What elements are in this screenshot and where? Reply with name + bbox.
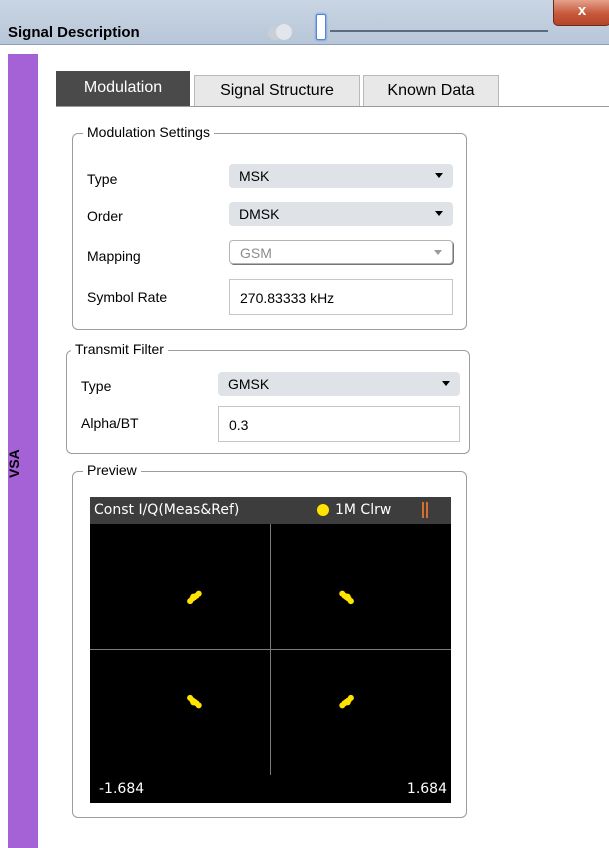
- alpha-bt-input[interactable]: 0.3: [218, 406, 460, 442]
- transparency-slider-handle[interactable]: [316, 14, 326, 40]
- symbol-rate-label: Symbol Rate: [87, 289, 168, 305]
- chevron-down-icon: [435, 211, 443, 216]
- constellation-point: [195, 590, 202, 597]
- modulation-type-label: Type: [87, 171, 118, 187]
- chevron-down-icon: [442, 381, 450, 386]
- modulation-type-dropdown[interactable]: MSK: [229, 164, 453, 188]
- modulation-order-label: Order: [87, 208, 123, 224]
- modulation-type-value: MSK: [239, 168, 270, 184]
- trace-label: 1M Clrw: [335, 502, 392, 518]
- transparency-slider-track[interactable]: [330, 30, 548, 32]
- transparency-icon-overlay: [276, 24, 292, 40]
- constellation-point: [344, 593, 351, 600]
- modulation-order-value: DMSK: [239, 206, 280, 222]
- x-axis-min-label: -1.684: [99, 781, 145, 797]
- constellation-point: [190, 593, 197, 600]
- chevron-down-icon: [435, 173, 443, 178]
- mapping-label: Mapping: [87, 248, 141, 264]
- window-title: Signal Description: [8, 24, 140, 41]
- trace-indicator-icon: [317, 504, 329, 516]
- filter-type-label: Type: [81, 378, 112, 394]
- preview-title: Const I/Q(Meas&Ref): [94, 502, 240, 518]
- tab-divider: [56, 106, 609, 107]
- mapping-value: GSM: [240, 245, 272, 261]
- x-axis-max-label: 1.684: [406, 781, 447, 797]
- filter-type-dropdown[interactable]: GMSK: [218, 372, 460, 396]
- transmit-filter-legend: Transmit Filter: [71, 341, 168, 357]
- mapping-dropdown: GSM: [229, 240, 453, 264]
- alpha-bt-label: Alpha/BT: [81, 415, 139, 431]
- constellation-point: [195, 702, 202, 709]
- preview-header: Const I/Q(Meas&Ref) 1M Clrw: [90, 497, 451, 524]
- trace-marker-icon: [422, 502, 428, 518]
- tab-signal-structure[interactable]: Signal Structure: [194, 75, 360, 107]
- chevron-down-icon: [434, 250, 442, 255]
- transmit-filter-group: Transmit Filter Type GMSK Alpha/BT 0.3: [66, 341, 470, 454]
- modulation-order-dropdown[interactable]: DMSK: [229, 202, 453, 226]
- constellation-point: [344, 699, 351, 706]
- constellation-preview: Const I/Q(Meas&Ref) 1M Clrw -1.684 1.684: [90, 497, 451, 803]
- tab-known-data[interactable]: Known Data: [363, 75, 499, 107]
- tab-modulation[interactable]: Modulation: [56, 71, 190, 107]
- constellation-point: [339, 590, 346, 597]
- sidebar-label: VSA: [6, 449, 22, 478]
- filter-type-value: GMSK: [228, 376, 270, 392]
- close-icon: x: [577, 2, 587, 19]
- preview-legend: Preview: [83, 462, 141, 478]
- title-bar: Signal Description x: [0, 0, 609, 45]
- modulation-settings-group: Modulation Settings Type MSK Order DMSK …: [72, 124, 467, 330]
- constellation-point: [190, 699, 197, 706]
- preview-footer: -1.684 1.684: [90, 775, 451, 803]
- modulation-settings-legend: Modulation Settings: [83, 124, 214, 140]
- constellation-plot: [90, 524, 451, 775]
- symbol-rate-input[interactable]: 270.83333 kHz: [229, 279, 453, 315]
- constellation-point: [339, 702, 346, 709]
- close-button[interactable]: x: [553, 0, 609, 26]
